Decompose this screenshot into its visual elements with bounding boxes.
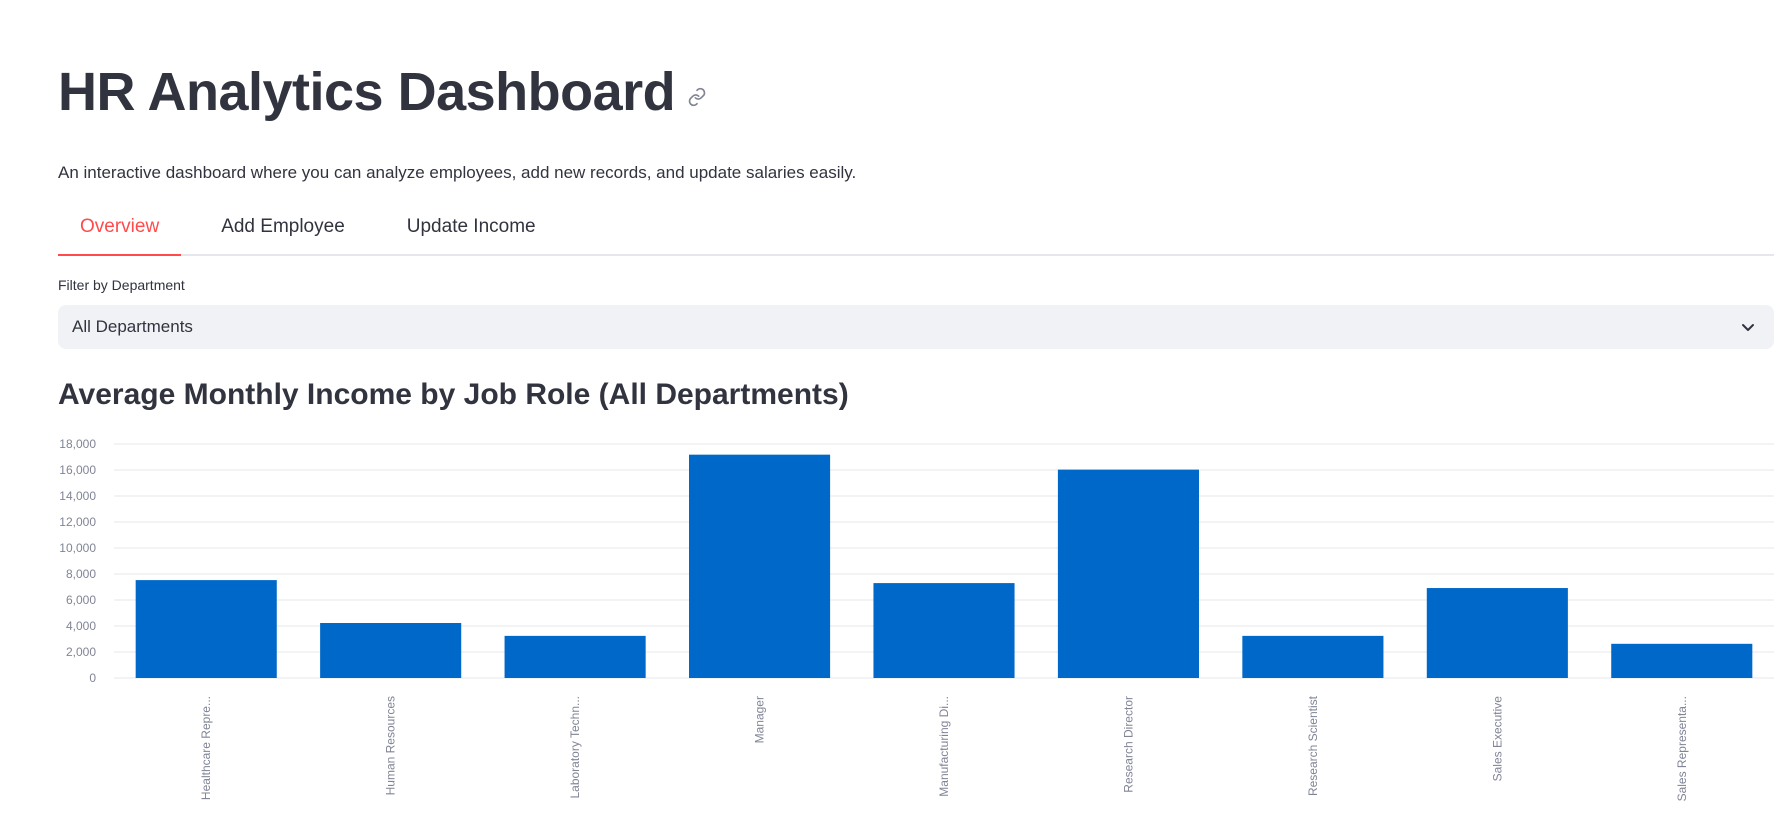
bar[interactable] xyxy=(1057,469,1199,678)
x-tick-label: Manufacturing Di... xyxy=(937,696,951,797)
bar[interactable] xyxy=(1242,635,1384,678)
bar[interactable] xyxy=(689,454,831,678)
y-tick-label: 14,000 xyxy=(59,489,96,503)
bar[interactable] xyxy=(1426,588,1568,678)
x-tick-label: Research Director xyxy=(1121,696,1135,793)
y-tick-label: 2,000 xyxy=(66,645,96,659)
x-tick-label: Sales Representa... xyxy=(1675,696,1689,801)
bar[interactable] xyxy=(135,580,277,678)
bar[interactable] xyxy=(320,623,462,678)
y-tick-label: 18,000 xyxy=(59,437,96,451)
y-tick-label: 12,000 xyxy=(59,515,96,529)
bar[interactable] xyxy=(504,635,646,678)
app-page: HR Analytics Dashboard An interactive da… xyxy=(0,0,1791,817)
y-tick-label: 8,000 xyxy=(66,567,96,581)
y-tick-label: 10,000 xyxy=(59,541,96,555)
x-tick-label: Laboratory Techn... xyxy=(568,696,582,799)
x-tick-label: Research Scientist xyxy=(1306,695,1320,796)
y-tick-label: 16,000 xyxy=(59,463,96,477)
y-tick-label: 6,000 xyxy=(66,593,96,607)
x-tick-label: Healthcare Repre... xyxy=(199,696,213,800)
x-tick-label: Manager xyxy=(753,696,767,743)
y-tick-label: 4,000 xyxy=(66,619,96,633)
x-tick-label: Sales Executive xyxy=(1490,696,1504,782)
x-tick-label: Human Resources xyxy=(384,696,398,795)
y-tick-label: 0 xyxy=(89,671,96,685)
bar[interactable] xyxy=(873,583,1015,678)
bar[interactable] xyxy=(1611,643,1753,678)
income-bar-chart: 0 2,000 4,000 6,000 8,000 10,000 12,000 14,000 1… xyxy=(59,437,1774,801)
